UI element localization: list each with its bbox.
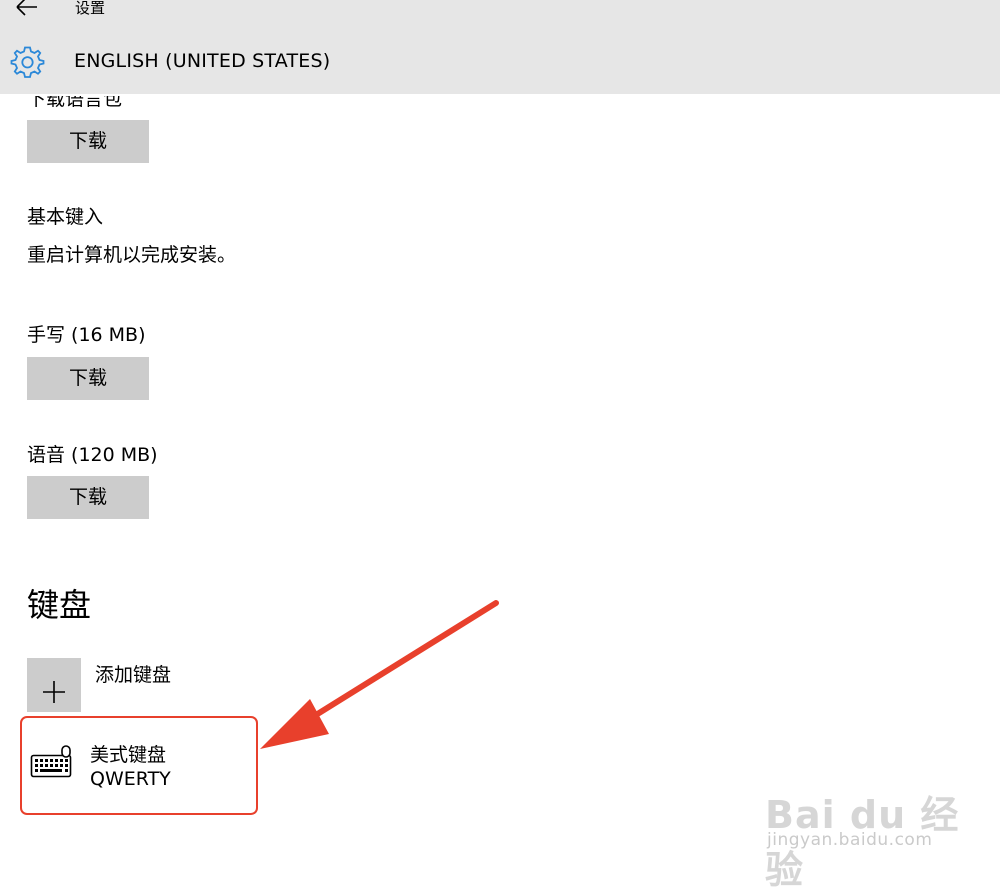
page-title: ENGLISH (UNITED STATES) [74, 50, 331, 72]
basic-typing-status: 重启计算机以完成安装。 [27, 244, 237, 266]
keyboard-icon [30, 745, 74, 779]
download-handwriting-button[interactable]: 下载 [27, 357, 149, 400]
plus-icon [43, 680, 65, 703]
keyboard-list-item[interactable]: 美式键盘 QWERTY [20, 716, 258, 815]
add-keyboard-label[interactable]: 添加键盘 [95, 660, 171, 687]
annotation-arrow-icon [260, 600, 499, 749]
handwriting-label: 手写 (16 MB) [27, 324, 146, 346]
watermark-url: jingyan.baidu.com [767, 830, 933, 850]
basic-typing-label: 基本键入 [27, 206, 104, 228]
download-language-pack-button[interactable]: 下载 [27, 120, 149, 163]
window-title: 设置 [75, 0, 106, 17]
speech-label: 语音 (120 MB) [27, 444, 158, 466]
keyboard-layout: QWERTY [90, 768, 171, 790]
keyboard-name: 美式键盘 [90, 744, 167, 766]
keyboards-heading: 键盘 [27, 586, 92, 624]
header-bar: 设置 ENGLISH (UNITED STATES) [0, 0, 1000, 94]
download-speech-button[interactable]: 下载 [27, 476, 149, 519]
gear-icon [10, 44, 45, 79]
back-arrow-icon[interactable] [14, 0, 40, 18]
baidu-watermark: Bai du 经验 jingyan.baidu.com [765, 770, 965, 892]
add-keyboard-button[interactable] [27, 658, 81, 712]
